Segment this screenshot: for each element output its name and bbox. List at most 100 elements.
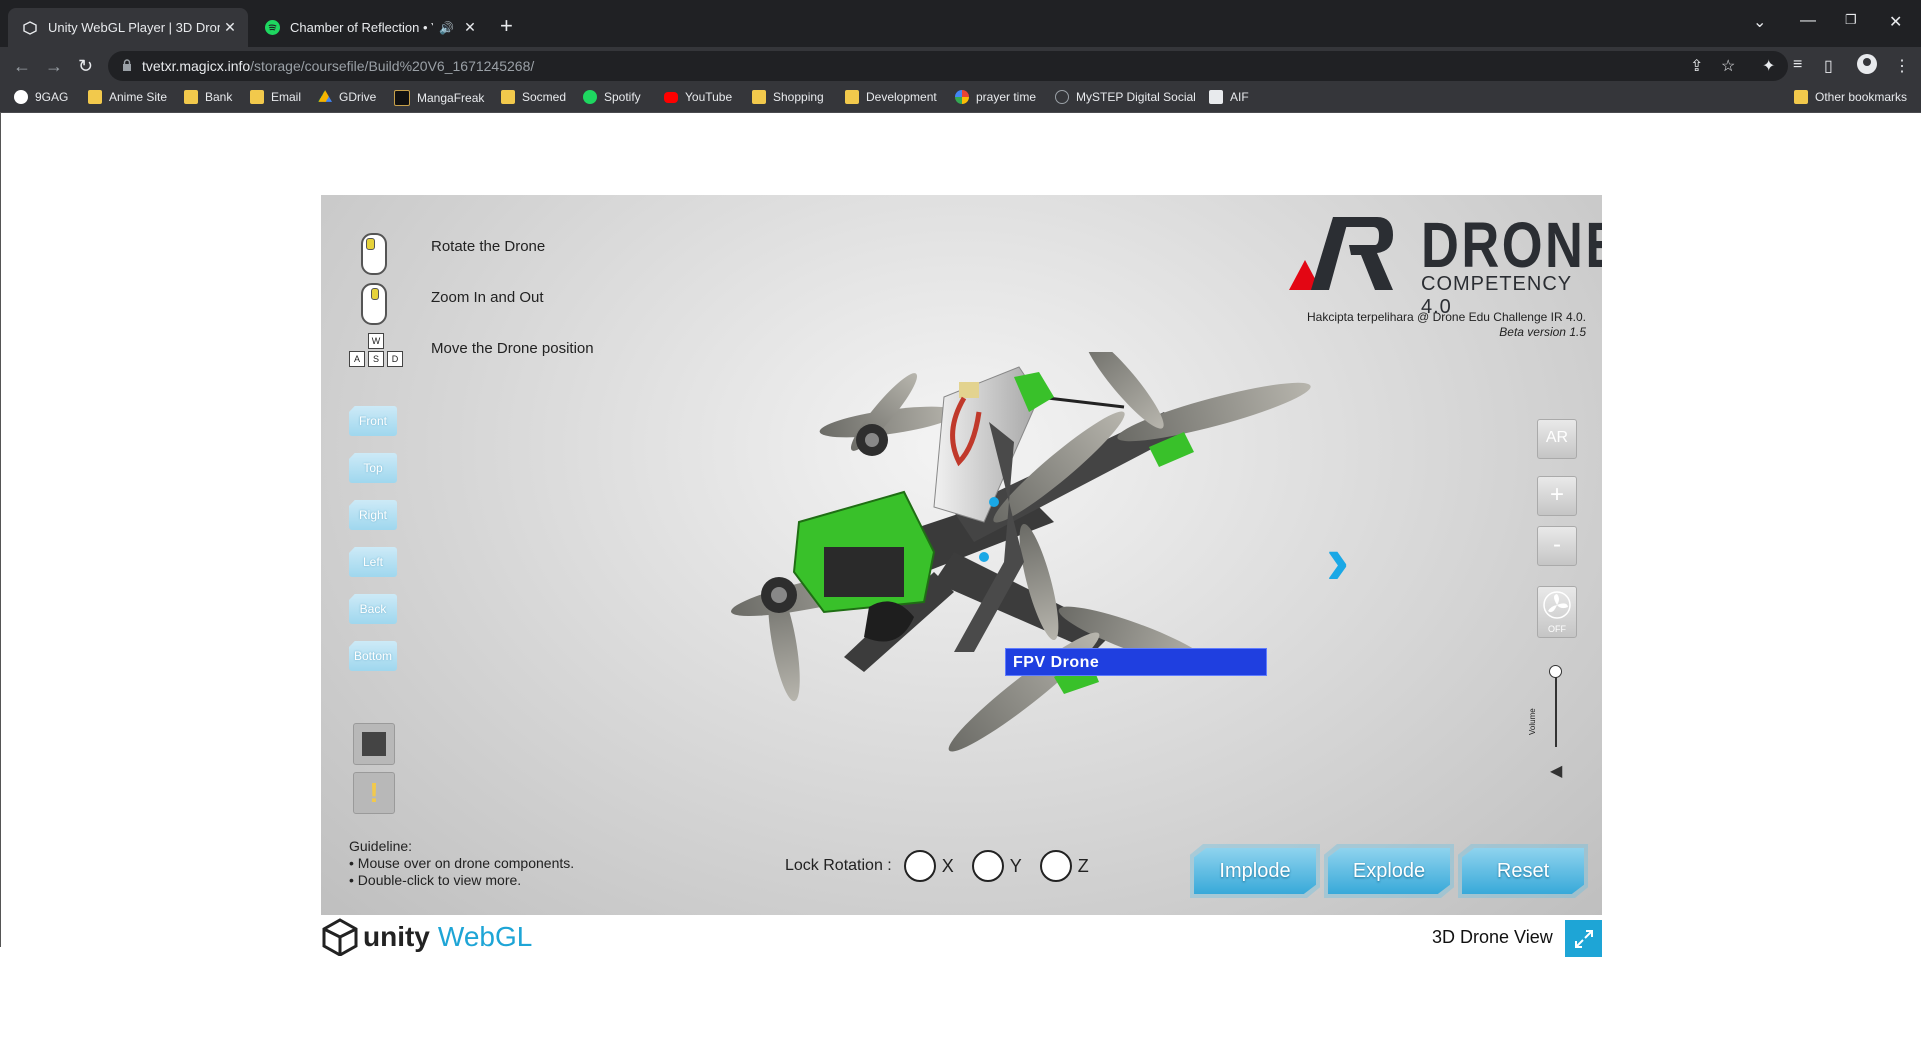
unity-webgl-logo: unity WebGL [321, 918, 532, 956]
minimize-icon[interactable]: — [1800, 12, 1816, 30]
explode-button[interactable]: Explode [1328, 848, 1450, 894]
bookmark-email[interactable]: Email [250, 90, 301, 104]
mangafreak-icon [394, 90, 410, 106]
url-text: tvetxr.magicx.info/storage/coursefile/Bu… [142, 58, 534, 74]
bookmark-mangafreak[interactable]: MangaFreak [394, 90, 484, 106]
volume-label: Volume [1528, 708, 1537, 735]
share-icon[interactable]: ⇪ [1690, 56, 1703, 76]
bookmark-bank[interactable]: Bank [184, 90, 232, 104]
logo-drone-text: DRONE [1421, 209, 1602, 281]
unity-icon [22, 20, 38, 36]
bookmark-anime-site[interactable]: Anime Site [88, 90, 167, 104]
version-text: Beta version 1.5 [1499, 325, 1586, 339]
forward-icon[interactable]: → [45, 56, 63, 77]
view-front-button[interactable]: Front [349, 406, 397, 436]
bookmark-9gag[interactable]: 9GAG [14, 90, 68, 104]
guideline-title: Guideline: [349, 838, 413, 854]
bookmark-shopping[interactable]: Shopping [752, 90, 824, 104]
volume-slider-track[interactable] [1555, 669, 1557, 747]
restore-icon[interactable]: ❐ [1845, 12, 1857, 28]
spotify-icon [264, 20, 280, 36]
fan-state-text: OFF [1548, 624, 1566, 634]
lock-icon [122, 58, 132, 71]
reset-button[interactable]: Reset [1462, 848, 1584, 894]
media-icon[interactable]: ≡ [1793, 56, 1802, 74]
new-tab-icon[interactable]: + [500, 13, 513, 39]
tab-search-icon[interactable]: ⌄ [1753, 12, 1766, 32]
avatar[interactable] [1856, 53, 1878, 80]
bookmark-label: prayer time [976, 90, 1037, 104]
tab-strip: Unity WebGL Player | 3D Drone V ✕ Chambe… [0, 0, 1921, 47]
star-icon[interactable]: ☆ [1721, 56, 1735, 76]
drone-model[interactable] [694, 352, 1314, 772]
view-right-button[interactable]: Right [349, 500, 397, 530]
bookmark-socmed[interactable]: Socmed [501, 90, 566, 104]
folder-icon [845, 90, 859, 104]
back-icon[interactable]: ← [13, 56, 31, 77]
side-panel-icon[interactable]: ▯ [1824, 56, 1833, 76]
url-host: tvetxr.magicx.info [142, 58, 251, 74]
close-icon[interactable]: ✕ [460, 19, 480, 36]
zoom-out-button[interactable]: - [1537, 526, 1577, 566]
page-title: 3D Drone View [1432, 927, 1553, 947]
bookmark-mystep[interactable]: MySTEP Digital Social [1055, 90, 1196, 104]
stop-button[interactable] [353, 723, 395, 765]
fullscreen-button[interactable] [1565, 920, 1602, 957]
zoom-in-button[interactable]: + [1537, 476, 1577, 516]
control-zoom [361, 283, 387, 325]
guideline-item: • Double-click to view more. [349, 872, 522, 888]
tab-title: Unity WebGL Player | 3D Drone V [48, 20, 220, 35]
address-bar[interactable]: tvetxr.magicx.info/storage/coursefile/Bu… [108, 51, 1788, 81]
tab-unity-webgl[interactable]: Unity WebGL Player | 3D Drone V ✕ [8, 8, 248, 47]
tab-spotify[interactable]: Chamber of Reflection • Your 🔊 ✕ [250, 8, 488, 47]
key-a: A [349, 351, 365, 367]
folder-icon [184, 90, 198, 104]
bookmark-label: Other bookmarks [1815, 90, 1908, 104]
next-chevron-icon[interactable]: › [1326, 520, 1349, 600]
bookmark-prayer-time[interactable]: prayer time [955, 90, 1036, 104]
bookmark-youtube[interactable]: YouTube [664, 90, 732, 104]
bookmark-development[interactable]: Development [845, 90, 937, 104]
folder-icon [501, 90, 515, 104]
other-bookmarks[interactable]: Other bookmarks [1794, 90, 1907, 104]
view-bottom-button[interactable]: Bottom [349, 641, 397, 671]
youtube-icon [664, 91, 678, 103]
menu-icon[interactable]: ⋮ [1894, 56, 1910, 76]
spotify-icon [583, 90, 597, 104]
mouse-scroll-icon [361, 283, 387, 325]
control-rotate-text: Rotate the Drone [431, 238, 546, 255]
info-button[interactable]: ! [353, 772, 395, 814]
unity-game-canvas[interactable]: Rotate the Drone Zoom In and Out W A S D… [321, 195, 1602, 915]
speaker-icon: ◀ [1550, 763, 1563, 780]
window-close-icon[interactable]: ✕ [1889, 12, 1902, 32]
view-left-button[interactable]: Left [349, 547, 397, 577]
lock-x-radio[interactable] [903, 850, 936, 882]
view-back-button[interactable]: Back [349, 594, 397, 624]
component-label: FPV Drone [1005, 648, 1267, 676]
9gag-icon [14, 90, 28, 104]
fullscreen-icon [1574, 929, 1593, 948]
implode-button[interactable]: Implode [1194, 848, 1316, 894]
control-rotate [361, 233, 387, 275]
lock-z-radio[interactable] [1039, 850, 1072, 882]
extensions-icon[interactable]: ✦ [1762, 56, 1775, 76]
bookmark-label: Email [271, 90, 302, 104]
bookmark-spotify[interactable]: Spotify [583, 90, 641, 104]
square-icon [362, 732, 386, 756]
bookmark-aif[interactable]: AIF [1209, 90, 1249, 104]
ar-button[interactable]: AR [1537, 419, 1577, 459]
volume-slider-handle[interactable] [1549, 665, 1562, 678]
bookmark-gdrive[interactable]: GDrive [318, 90, 376, 104]
close-icon[interactable]: ✕ [220, 19, 240, 36]
lock-y-radio[interactable] [971, 850, 1004, 882]
fan-toggle-button[interactable]: OFF [1537, 586, 1577, 638]
view-top-button[interactable]: Top [349, 453, 397, 483]
bookmark-label: Spotify [604, 90, 641, 104]
lock-z-label: Z [1077, 855, 1089, 876]
control-move-text: Move the Drone position [431, 340, 594, 357]
webgl-text: WebGL [437, 921, 533, 952]
bookmark-label: GDrive [339, 90, 377, 104]
copyright-text: Hakcipta terpelihara @ Drone Edu Challen… [1307, 310, 1586, 324]
speaker-icon[interactable]: 🔊 [439, 21, 454, 35]
reload-icon[interactable]: ↻ [78, 56, 93, 77]
